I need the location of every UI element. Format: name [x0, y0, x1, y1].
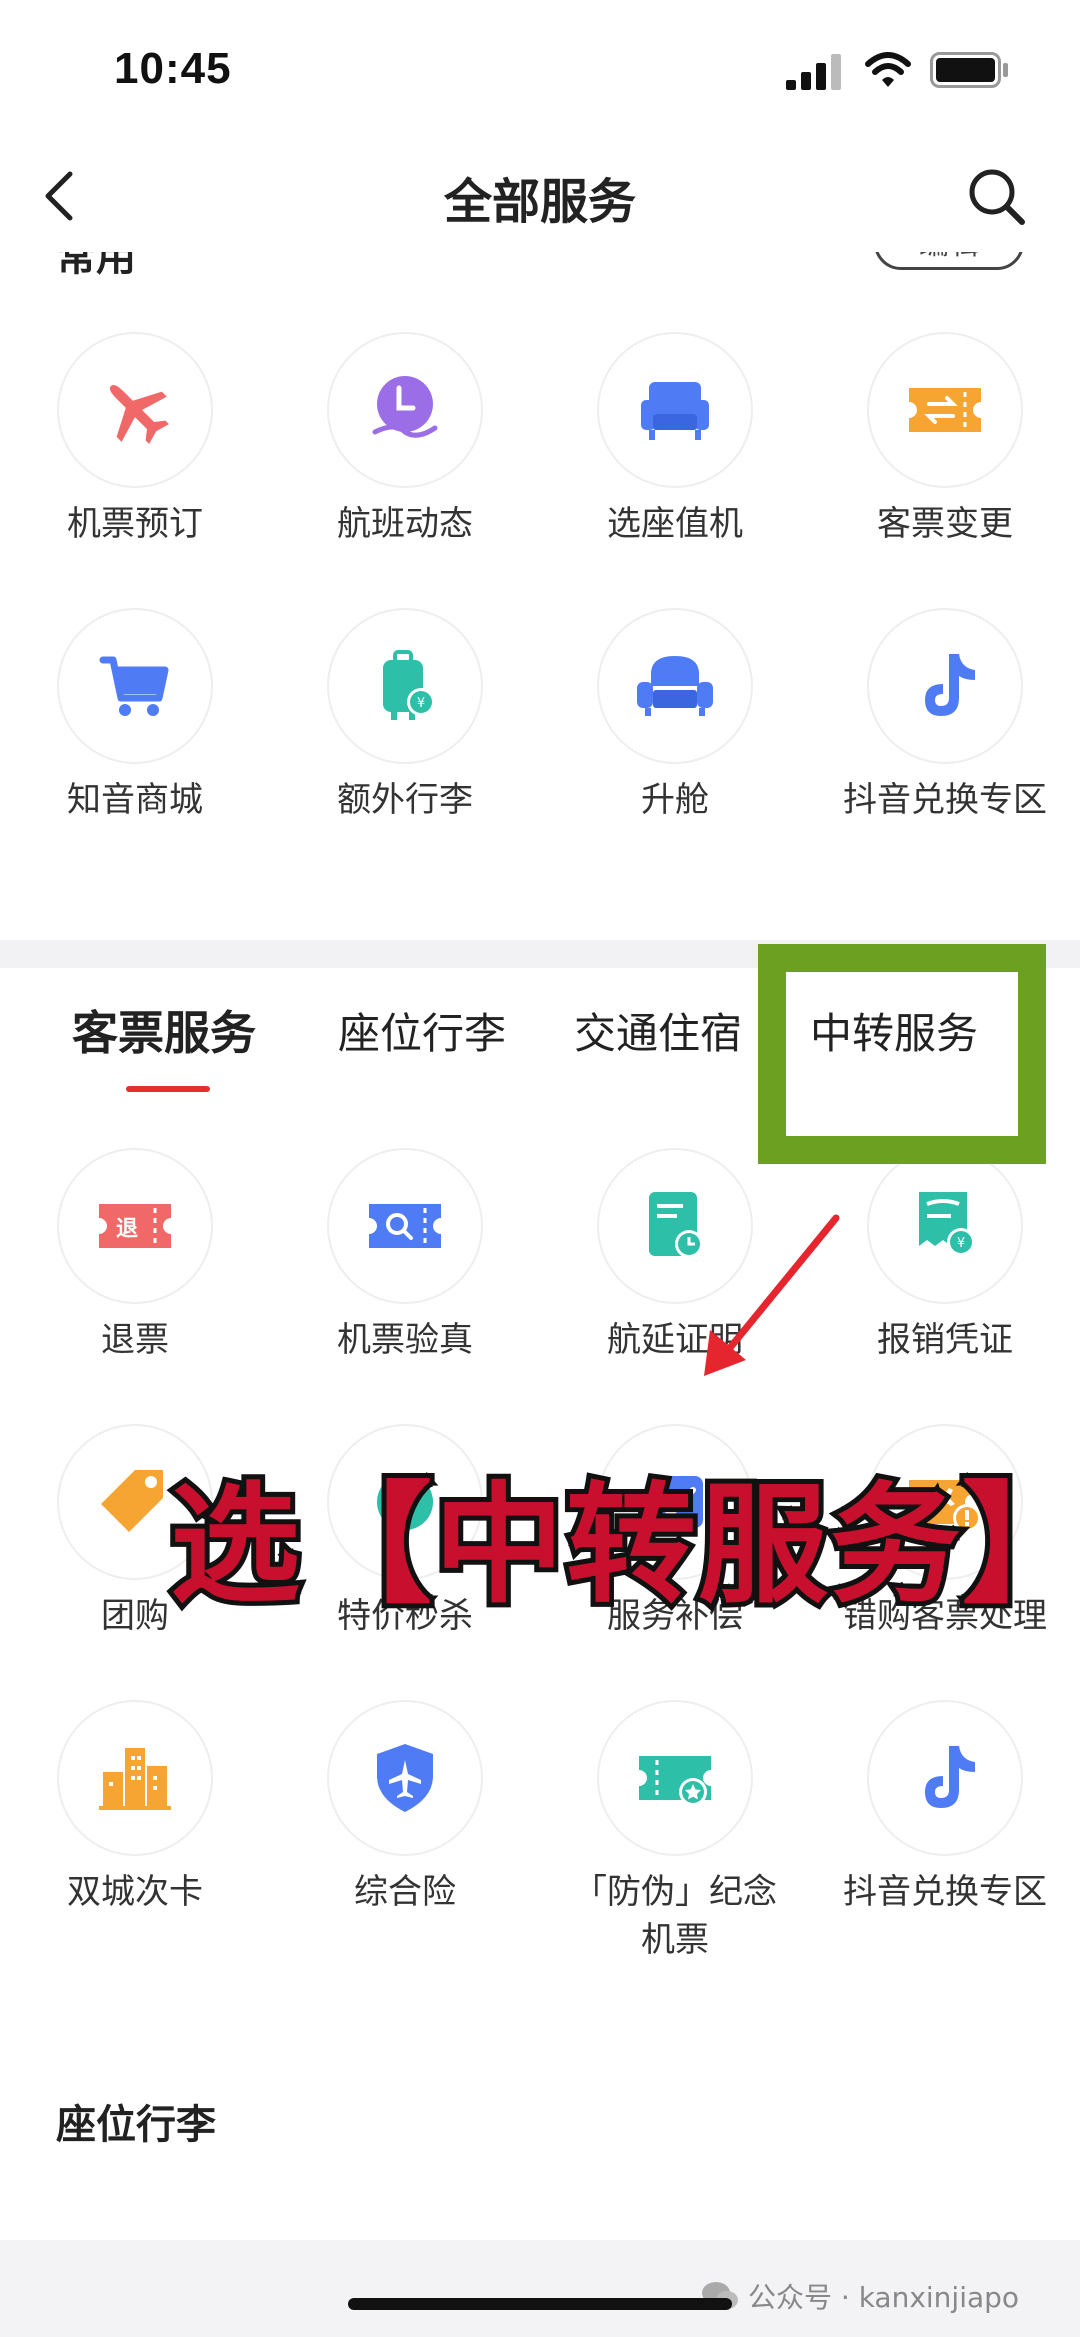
annotation-arrow: [704, 1214, 840, 1376]
star-ticket-icon: [639, 1756, 711, 1806]
search-icon[interactable]: [962, 162, 1032, 232]
grid-item-label: 知音商城: [67, 780, 203, 820]
grid-item-label: 报销凭证: [877, 1320, 1013, 1360]
cart-icon: [99, 656, 169, 716]
grid-item-label: 抖音兑换专区: [843, 780, 1047, 820]
grid-item-flight-status[interactable]: 航班动态: [270, 332, 540, 548]
ticket-verify-icon: [369, 1204, 441, 1248]
grid-item-insurance[interactable]: 综合险: [270, 1700, 540, 1916]
grid-item-label: 选座值机: [607, 504, 743, 544]
grid-item-douyin-exchange-2[interactable]: 抖音兑换专区: [810, 1700, 1080, 1916]
nav-bar: 全部服务: [0, 140, 1080, 252]
city-building-icon: [99, 1748, 171, 1810]
tiktok-icon: [925, 1746, 975, 1808]
plane-icon: [109, 384, 169, 444]
status-bar: 10:45: [0, 0, 1080, 140]
home-indicator[interactable]: [348, 2298, 732, 2310]
tiktok-icon: [925, 654, 975, 716]
luggage-icon: ¥: [383, 650, 435, 720]
wifi-icon: [865, 52, 911, 87]
transfer-tab-highlight: [758, 944, 1046, 1164]
refund-ticket-icon: 退: [99, 1204, 171, 1248]
grid-item-label: 升舱: [641, 780, 709, 820]
tab-ticket-services[interactable]: 客票服务: [72, 997, 256, 1063]
grid-item-label: 退票: [101, 1320, 169, 1360]
grid-item-label: 额外行李: [337, 780, 473, 820]
grid-item-ticket-change[interactable]: 客票变更: [810, 332, 1080, 548]
grid-item-label: 综合险: [354, 1872, 456, 1912]
grid-item-flight-booking[interactable]: 机票预订: [0, 332, 270, 548]
grid-item-ticket-verify[interactable]: 机票验真: [270, 1148, 540, 1364]
overlay-instruction-text: 选【中转服务】: [165, 1464, 1080, 1626]
tab-transport-hotel[interactable]: 交通住宿: [574, 1000, 742, 1061]
receipt-icon: ¥: [919, 1192, 975, 1256]
grid-item-anti-counterfeit-ticket[interactable]: 「防伪」纪念机票: [540, 1700, 810, 1964]
signal-icon: [786, 54, 841, 90]
watermark-text: 公众号 · kanxinjiapo: [748, 2281, 1020, 2314]
grid-item-refund[interactable]: 退 退票: [0, 1148, 270, 1364]
battery-icon: [930, 52, 1008, 88]
grid-item-label: 双城次卡: [67, 1872, 203, 1912]
page-title: 全部服务: [443, 174, 636, 230]
grid-item-dual-city-card[interactable]: 双城次卡: [0, 1700, 270, 1916]
grid-item-douyin-exchange[interactable]: 抖音兑换专区: [810, 608, 1080, 824]
sofa-icon: [637, 656, 713, 716]
grid-item-label: 抖音兑换专区: [843, 1872, 1047, 1912]
common-section-label: 常用: [56, 252, 136, 276]
grid-item-label: 机票验真: [337, 1320, 473, 1360]
grid-item-label: 机票预订: [67, 504, 203, 544]
clock-hand-icon: [372, 376, 438, 438]
svg-text:¥: ¥: [417, 696, 425, 711]
svg-text:¥: ¥: [957, 1236, 965, 1251]
grid-item-seat-checkin[interactable]: 选座值机: [540, 332, 810, 548]
grid-item-label: 航班动态: [337, 504, 473, 544]
shield-plane-icon: [377, 1744, 433, 1812]
active-tab-indicator: [126, 1086, 210, 1092]
edit-button[interactable]: 编辑: [874, 252, 1024, 270]
tag-icon: [101, 1470, 163, 1532]
section-title-seat-baggage: 座位行李: [56, 2102, 216, 2148]
tab-seat-baggage[interactable]: 座位行李: [338, 1000, 506, 1061]
grid-item-shop[interactable]: 知音商城: [0, 608, 270, 824]
grid-item-label: 「防伪」纪念机票: [573, 1872, 777, 1960]
status-time: 10:45: [114, 44, 232, 93]
watermark: 公众号 · kanxinjiapo: [700, 2276, 1019, 2316]
grid-item-receipt[interactable]: ¥ 报销凭证: [810, 1148, 1080, 1364]
svg-text:退: 退: [116, 1217, 138, 1242]
common-section-header: 常用 编辑: [0, 252, 1080, 276]
grid-item-upgrade[interactable]: 升舱: [540, 608, 810, 824]
grid-item-extra-baggage[interactable]: ¥ 额外行李: [270, 608, 540, 824]
seat-icon: [641, 382, 709, 440]
ticket-exchange-icon: [909, 388, 981, 432]
grid-item-label: 客票变更: [877, 504, 1013, 544]
